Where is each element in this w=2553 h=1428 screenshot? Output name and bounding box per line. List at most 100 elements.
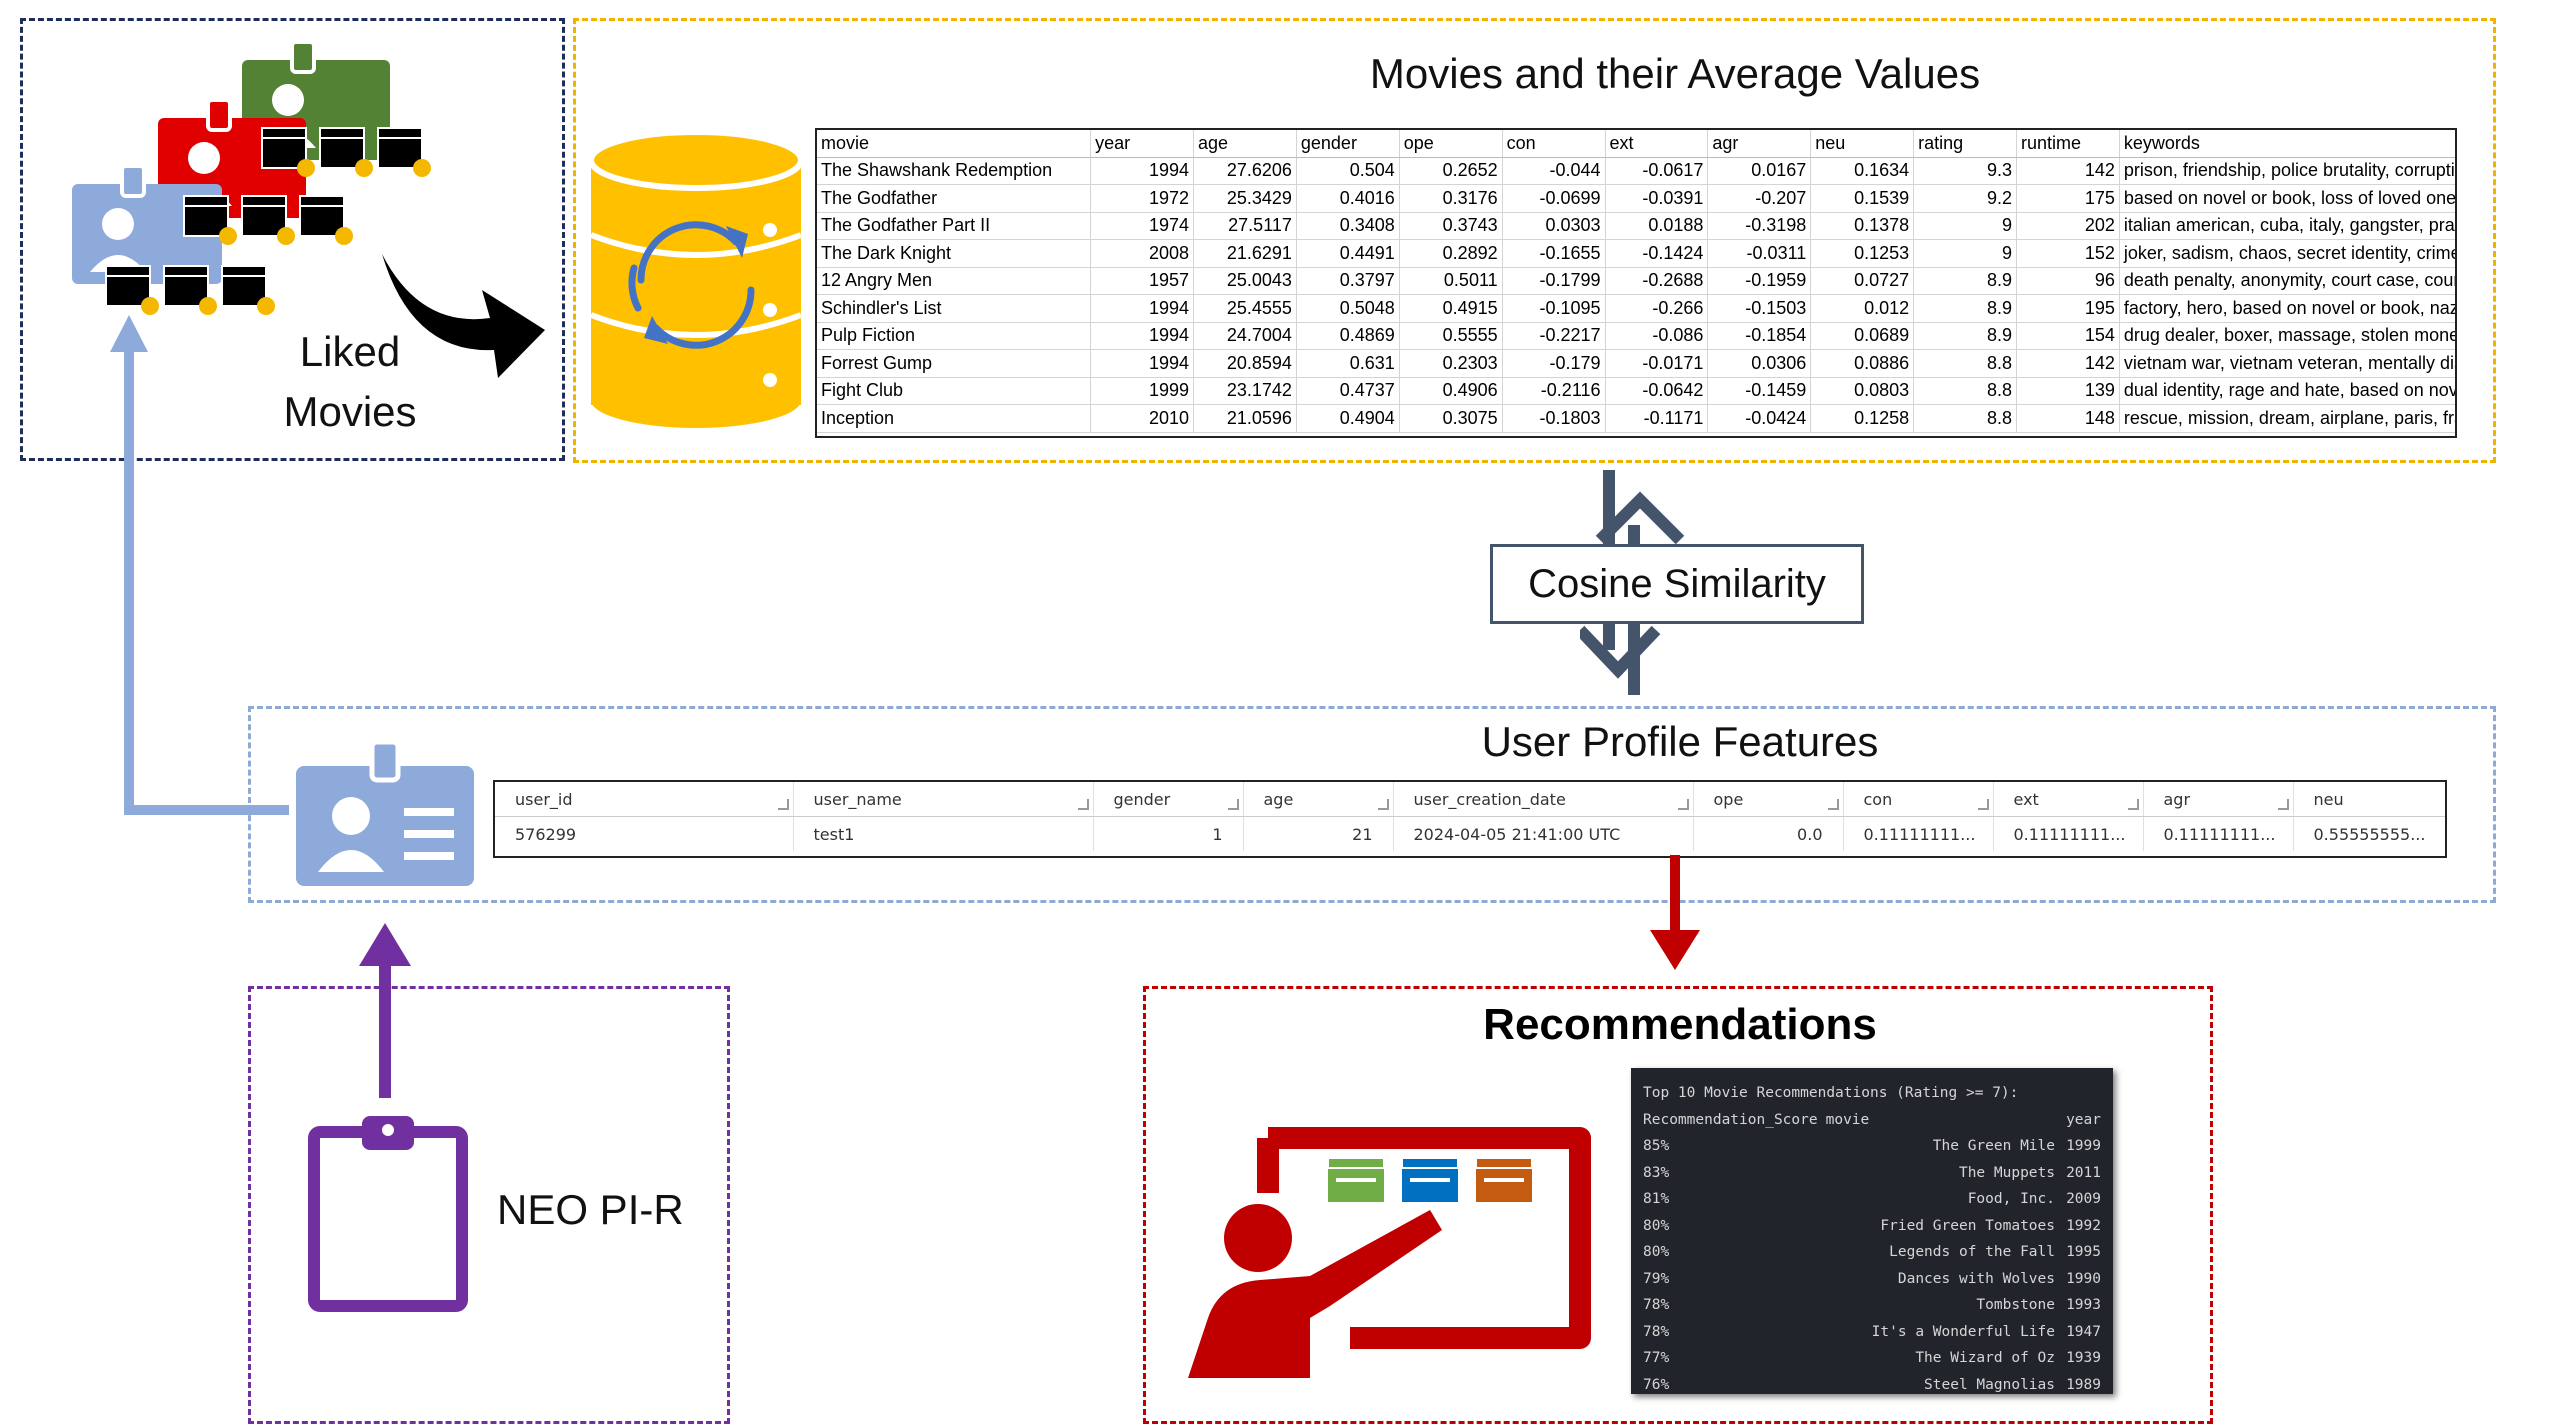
movie-cell: 1994 xyxy=(1090,322,1195,350)
movie-cell: -0.2116 xyxy=(1502,377,1606,405)
recommendation-movie: Steel Magnolias xyxy=(1924,1376,2055,1393)
recommendation-score: 85% xyxy=(1643,1138,1670,1154)
movie-cell: 12 Angry Men xyxy=(817,267,1092,295)
movie-cell: -0.2688 xyxy=(1605,267,1709,295)
movie-cell: 9.2 xyxy=(1913,184,2018,213)
movie-cell: 152 xyxy=(2016,239,2120,268)
user-cell: 0.0 xyxy=(1693,816,1844,851)
recommendation-item: 80% Fried Green Tomatoes 1992 xyxy=(1643,1213,2101,1240)
movie-cell: -0.0699 xyxy=(1502,184,1606,213)
movie-cell: -0.2217 xyxy=(1502,322,1606,350)
movie-cell: 96 xyxy=(2016,267,2120,295)
recommendation-item: 81% Food, Inc. 2009 xyxy=(1643,1186,2101,1213)
movie-row: Fight Club 1999 23.1742 0.4737 0.4906 -0.2116… xyxy=(817,377,2455,405)
movie-cell: 1999 xyxy=(1090,377,1195,405)
user-col-header[interactable]: user_name xyxy=(793,782,1094,817)
user-col-header[interactable]: gender xyxy=(1093,782,1244,817)
recommendation-item: 77% The Wizard of Oz 1939 xyxy=(1643,1345,2101,1372)
recommendation-score: 76% xyxy=(1643,1376,1670,1393)
movie-cell: joker, sadism, chaos, secret identity, c… xyxy=(2119,239,2455,268)
movie-cell: The Godfather xyxy=(817,184,1092,213)
movie-cell: 0.3075 xyxy=(1399,404,1503,433)
movie-cell: The Godfather Part II xyxy=(817,212,1092,240)
recommendation-year: 1939 xyxy=(2066,1350,2101,1366)
movie-cell: 0.1539 xyxy=(1810,184,1915,213)
movie-cell: 8.8 xyxy=(1913,377,2018,405)
movie-cell: -0.1803 xyxy=(1502,404,1606,433)
user-col-header[interactable]: con xyxy=(1843,782,1994,817)
user-id-card-icon xyxy=(296,739,474,886)
clapperboard-blue-icon xyxy=(1401,1157,1459,1202)
recommendation-item: 80% Legends of the Fall 1995 xyxy=(1643,1239,2101,1266)
movie-cell: The Shawshank Redemption xyxy=(817,157,1092,185)
user-col-header[interactable]: user_id xyxy=(495,782,794,817)
recommendation-movie: Dances with Wolves xyxy=(1897,1270,2055,1287)
movies-table-body: The Shawshank Redemption 1994 27.6206 0.504… xyxy=(817,157,2455,433)
movie-cell: 24.7004 xyxy=(1193,322,1297,350)
movie-cell: 0.0167 xyxy=(1707,157,1812,185)
database-sync-icon xyxy=(588,130,804,428)
recommendation-item: 79% Dances with Wolves 1990 xyxy=(1643,1266,2101,1293)
purple-up-arrow-icon xyxy=(359,923,411,1098)
movie-row: The Godfather 1972 25.3429 0.4016 0.3176 -0.0… xyxy=(817,184,2455,213)
recommendation-item: 78% Tombstone 1993 xyxy=(1643,1292,2101,1319)
movie-cell: 27.5117 xyxy=(1193,212,1297,240)
terminal-col-year: year xyxy=(2066,1111,2101,1128)
user-table-row: 576299 test1 1 21 2024-04-05 21:41:00 UT… xyxy=(495,816,2445,851)
user-col-header[interactable]: age xyxy=(1243,782,1394,817)
neo-pi-r-label: NEO PI-R xyxy=(497,1186,684,1233)
movie-cell: -0.1171 xyxy=(1605,404,1709,433)
terminal-header: Top 10 Movie Recommendations (Rating >= … xyxy=(1643,1085,2019,1101)
movie-cell: -0.1459 xyxy=(1707,377,1812,405)
down-arrow-head-icon xyxy=(1580,625,1661,679)
movie-cell: 0.1634 xyxy=(1810,157,1915,185)
user-table-header: user_id user_name gender age user_creati… xyxy=(495,782,2445,817)
recommendation-score: 80% xyxy=(1643,1244,1670,1260)
movie-cell: 25.3429 xyxy=(1193,184,1297,213)
movie-cell: 20.8594 xyxy=(1193,349,1297,378)
user-cell: 2024-04-05 21:41:00 UTC xyxy=(1393,816,1694,851)
movie-cell: 0.0188 xyxy=(1605,212,1709,240)
movie-cell: 0.4915 xyxy=(1399,294,1503,323)
clapperboard-orange-icon xyxy=(1475,1157,1533,1202)
recommendations-terminal: Top 10 Movie Recommendations (Rating >= … xyxy=(1631,1068,2113,1394)
col-header: runtime xyxy=(2016,130,2120,158)
user-col-header[interactable]: user_creation_date xyxy=(1393,782,1694,817)
movie-cell: 0.1253 xyxy=(1810,239,1915,268)
movie-cell: 0.2303 xyxy=(1399,349,1503,378)
recommendation-score: 79% xyxy=(1643,1270,1670,1287)
movie-cell: death penalty, anonymity, court case, co… xyxy=(2119,267,2455,295)
movie-row: The Shawshank Redemption 1994 27.6206 0.504… xyxy=(817,157,2455,185)
movie-cell: -0.3198 xyxy=(1707,212,1812,240)
recommendation-year: 1999 xyxy=(2066,1138,2101,1154)
movie-cell: -0.1095 xyxy=(1502,294,1606,323)
user-cell: 0.55555555... xyxy=(2293,816,2445,851)
movie-cell: Fight Club xyxy=(817,377,1092,405)
cosine-similarity-label: Cosine Similarity xyxy=(1528,561,1826,606)
movie-cell: -0.1799 xyxy=(1502,267,1606,295)
recommendation-movie: Fried Green Tomatoes xyxy=(1880,1217,2055,1234)
movie-cell: -0.207 xyxy=(1707,184,1812,213)
user-col-header[interactable]: ext xyxy=(1993,782,2144,817)
user-cell: 21 xyxy=(1243,816,1394,851)
user-col-header[interactable]: neu xyxy=(2293,782,2445,817)
movie-cell: 0.4904 xyxy=(1296,404,1400,433)
movie-cell: 0.4016 xyxy=(1296,184,1400,213)
recommendation-year: 2011 xyxy=(2066,1164,2101,1181)
col-header: year xyxy=(1090,130,1195,158)
recommendation-score: 81% xyxy=(1643,1191,1670,1207)
col-header: gender xyxy=(1296,130,1400,158)
recommendation-year: 1992 xyxy=(2066,1217,2101,1234)
user-col-header[interactable]: agr xyxy=(2143,782,2294,817)
recommendation-score: 80% xyxy=(1643,1217,1670,1234)
recommendation-score: 77% xyxy=(1643,1350,1670,1366)
movie-row: Schindler's List 1994 25.4555 0.5048 0.4915-… xyxy=(817,294,2455,323)
movie-cell: 1994 xyxy=(1090,349,1195,378)
movie-cell: Pulp Fiction xyxy=(817,322,1092,350)
user-col-header[interactable]: ope xyxy=(1693,782,1844,817)
recommendation-item: 76% Steel Magnolias 1989 xyxy=(1643,1372,2101,1399)
movie-cell: 8.9 xyxy=(1913,267,2018,295)
movie-cell: 0.5555 xyxy=(1399,322,1503,350)
recommendation-year: 1947 xyxy=(2066,1323,2101,1340)
recommendation-year: 1993 xyxy=(2066,1297,2101,1313)
